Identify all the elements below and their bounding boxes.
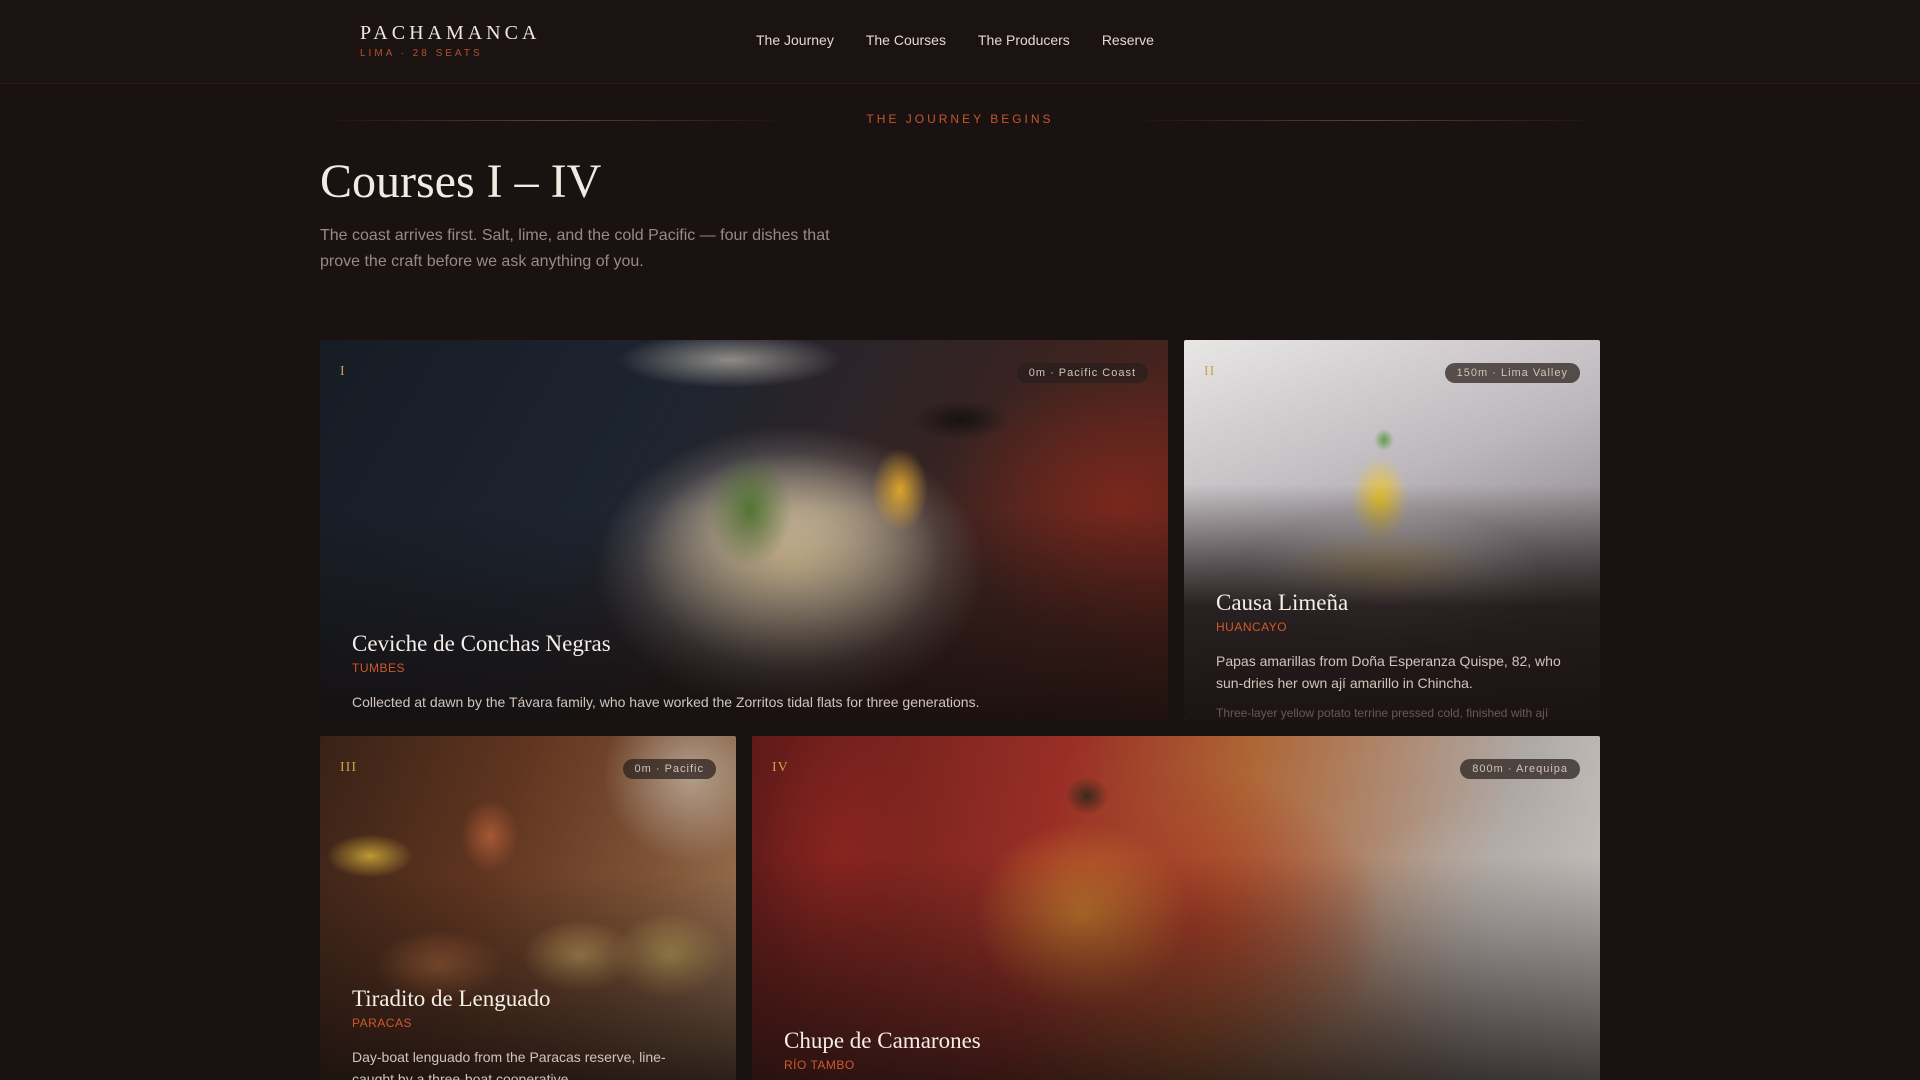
dish-origin: TUMBES — [352, 661, 406, 675]
brand[interactable]: PACHAMANCA LIMA · 28 SEATS — [360, 22, 540, 59]
course-numeral: IV — [772, 760, 789, 775]
producer-note: Papas amarillas from Doña Esperanza Quis… — [1216, 653, 1561, 691]
course-numeral: I — [340, 364, 346, 379]
course-details: Chupe de Camarones RÍO TAMBO — [784, 1028, 1544, 1072]
altitude-badge: 0m · Pacific — [622, 759, 716, 779]
dish-description: Three-layer yellow potato terrine presse… — [1216, 706, 1549, 720]
dish-origin: RÍO TAMBO — [784, 1058, 855, 1072]
producer-note: Day-boat lenguado from the Paracas reser… — [352, 1049, 666, 1080]
dish-name: Chupe de Camarones — [784, 1028, 981, 1053]
course-card-4[interactable]: IV 800m · Arequipa Chupe de Camarones RÍ… — [752, 736, 1600, 1080]
dish-name: Causa Limeña — [1216, 590, 1349, 615]
nav-link-producers[interactable]: The Producers — [978, 32, 1070, 48]
course-details: Causa Limeña HUANCAYO Papas amarillas fr… — [1216, 590, 1576, 720]
producer-note: Collected at dawn by the Távara family, … — [352, 694, 980, 710]
nav-link-journey[interactable]: The Journey — [756, 32, 834, 48]
section-eyebrow: THE JOURNEY BEGINS — [866, 112, 1054, 126]
page-lede: The coast arrives first. Salt, lime, and… — [320, 227, 830, 270]
altitude-badge: 150m · Lima Valley — [1444, 363, 1580, 383]
course-numeral: III — [340, 760, 357, 775]
page-title: Courses I – IV — [320, 155, 602, 208]
main-nav: The Journey The Courses The Producers Re… — [756, 32, 1154, 48]
altitude-badge: 0m · Pacific Coast — [1016, 363, 1148, 383]
nav-link-reserve[interactable]: Reserve — [1102, 32, 1154, 48]
course-details: Ceviche de Conchas Negras TUMBES Collect… — [352, 631, 1132, 713]
dish-origin: HUANCAYO — [1216, 620, 1288, 634]
brand-name[interactable]: PACHAMANCA — [360, 22, 540, 45]
course-card-1[interactable]: I 0m · Pacific Coast Ceviche de Conchas … — [320, 340, 1168, 720]
course-details: Tiradito de Lenguado PARACAS Day-boat le… — [352, 986, 692, 1080]
dish-origin: PARACAS — [352, 1016, 412, 1030]
dish-name: Tiradito de Lenguado — [352, 986, 551, 1011]
course-card-2[interactable]: II 150m · Lima Valley Causa Limeña HUANC… — [1184, 340, 1600, 720]
nav-link-courses[interactable]: The Courses — [866, 32, 946, 48]
eyebrow-divider-right — [1130, 120, 1600, 121]
altitude-badge: 800m · Arequipa — [1460, 759, 1580, 779]
brand-tagline: LIMA · 28 SEATS — [360, 48, 483, 59]
site-header: PACHAMANCA LIMA · 28 SEATS The Journey T… — [0, 0, 1920, 84]
course-numeral: II — [1204, 364, 1216, 379]
course-card-3[interactable]: III 0m · Pacific Tiradito de Lenguado PA… — [320, 736, 736, 1080]
dish-name: Ceviche de Conchas Negras — [352, 631, 611, 656]
eyebrow-row: THE JOURNEY BEGINS — [320, 112, 1600, 128]
